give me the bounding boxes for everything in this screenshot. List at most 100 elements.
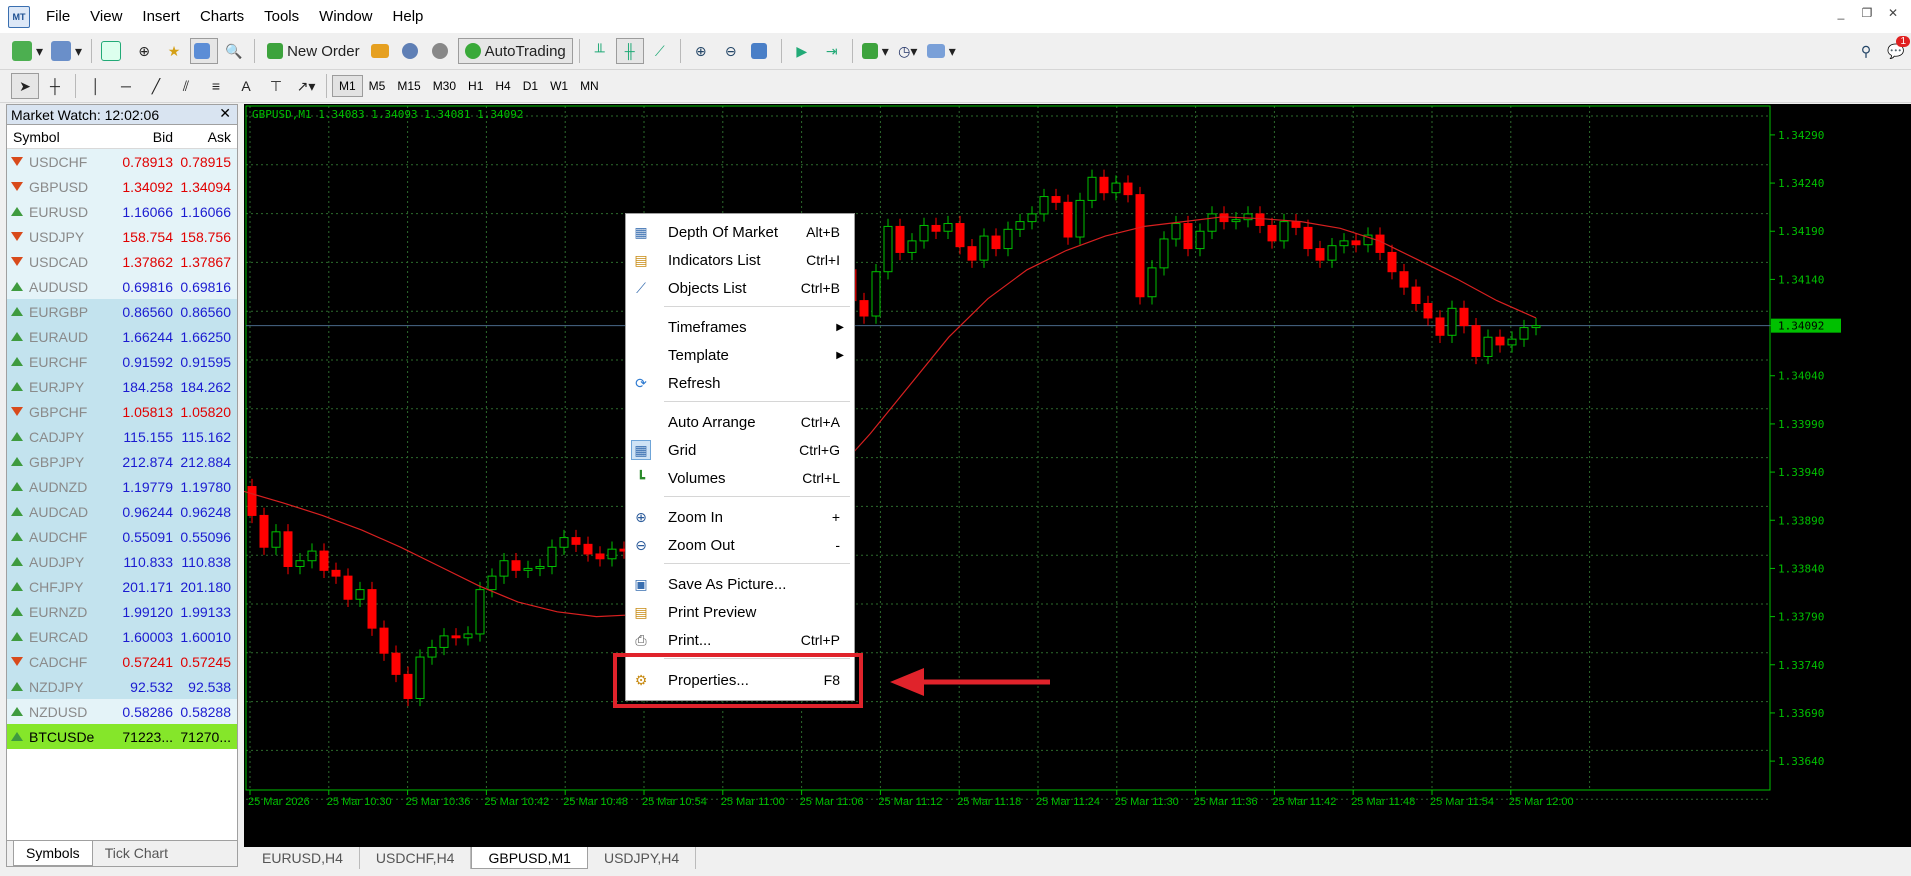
menu-tools[interactable]: Tools (254, 0, 309, 33)
menu-item-refresh[interactable]: ⟳ Refresh (626, 370, 854, 396)
timeframe-mn[interactable]: MN (574, 75, 605, 97)
menu-help[interactable]: Help (383, 0, 434, 33)
arrows-button[interactable]: ↗ ▾ (292, 73, 320, 99)
data-window-button[interactable]: ⊕ (130, 38, 158, 64)
indicators-button[interactable]: ▾ (859, 38, 892, 64)
menu-charts[interactable]: Charts (190, 0, 254, 33)
market-watch-row[interactable]: CHFJPY 201.171 201.180 (7, 574, 237, 599)
market-watch-row[interactable]: USDJPY 158.754 158.756 (7, 224, 237, 249)
market-watch-row[interactable]: BTCUSDe 71223... 71270... (7, 724, 237, 749)
candlesticks-button[interactable]: ╫ (615, 38, 644, 64)
market-watch-row[interactable]: NZDUSD 0.58286 0.58288 (7, 699, 237, 724)
menu-item-depth-of-market[interactable]: ▦ Depth Of Market Alt+B (626, 219, 854, 245)
timeframe-h1[interactable]: H1 (462, 75, 489, 97)
cursor-button[interactable]: ➤ (11, 73, 39, 99)
timeframe-m5[interactable]: M5 (363, 75, 392, 97)
menu-file[interactable]: File (36, 0, 80, 33)
navigator-button[interactable]: ★ (160, 38, 188, 64)
equidistant-channel-button[interactable]: ⫽ (172, 73, 200, 99)
close-icon[interactable]: ✕ (219, 105, 231, 122)
market-watch-row[interactable]: EURAUD 1.66244 1.66250 (7, 324, 237, 349)
market-watch-row[interactable]: EURGBP 0.86560 0.86560 (7, 299, 237, 324)
restore-button[interactable]: ❐ (1857, 6, 1877, 24)
minimize-button[interactable]: _ (1831, 6, 1851, 24)
market-watch-row[interactable]: GBPUSD 1.34092 1.34094 (7, 174, 237, 199)
vertical-line-button[interactable]: │ (82, 73, 110, 99)
autoscroll-button[interactable]: ▶ (788, 38, 816, 64)
timeframe-d1[interactable]: D1 (517, 75, 544, 97)
menu-item-volumes[interactable]: ┗ Volumes Ctrl+L (626, 465, 854, 491)
menu-item-template[interactable]: Template ▶ (626, 342, 854, 368)
market-watch-row[interactable]: AUDNZD 1.19779 1.19780 (7, 474, 237, 499)
menu-item-indicators-list[interactable]: ▤ Indicators List Ctrl+I (626, 247, 854, 273)
menu-item-auto-arrange[interactable]: Auto Arrange Ctrl+A (626, 409, 854, 435)
zoom-out-button[interactable]: ⊖ (717, 38, 745, 64)
market-watch-row[interactable]: CADJPY 115.155 115.162 (7, 424, 237, 449)
market-watch-row[interactable]: EURNZD 1.99120 1.99133 (7, 599, 237, 624)
market-watch-row[interactable]: AUDCHF 0.55091 0.55096 (7, 524, 237, 549)
zoom-in-button[interactable]: ⊕ (687, 38, 715, 64)
crosshair-button[interactable]: ┼ (41, 73, 69, 99)
market-watch-row[interactable]: USDCAD 1.37862 1.37867 (7, 249, 237, 274)
timeframe-m30[interactable]: M30 (427, 75, 462, 97)
market-watch-row[interactable]: AUDCAD 0.96244 0.96248 (7, 499, 237, 524)
new-chart-button[interactable]: ▾ (9, 38, 46, 64)
chart-tab-eurusd[interactable]: EURUSD,H4 (246, 847, 360, 869)
menu-item-print-preview[interactable]: ▤ Print Preview (626, 599, 854, 625)
timeframe-m1[interactable]: M1 (332, 75, 363, 97)
bar-chart-button[interactable]: ╨ (586, 38, 614, 64)
market-watch-row[interactable]: EURCAD 1.60003 1.60010 (7, 624, 237, 649)
metaeditor-button[interactable] (368, 38, 396, 64)
search-button[interactable]: ⚲ (1852, 38, 1880, 64)
horizontal-line-button[interactable]: ─ (112, 73, 140, 99)
chart-shift-button[interactable]: ⇥ (818, 38, 846, 64)
menu-item-objects-list[interactable]: ⟋ Objects List Ctrl+B (626, 275, 854, 301)
market-watch-row[interactable]: NZDJPY 92.532 92.538 (7, 674, 237, 699)
market-watch-row[interactable]: CADCHF 0.57241 0.57245 (7, 649, 237, 674)
menu-item-save-as-picture[interactable]: ▣ Save As Picture... (626, 571, 854, 597)
text-button[interactable]: A (232, 73, 260, 99)
strategy-tester-button[interactable]: 🔍 (220, 38, 248, 64)
column-ask[interactable]: Ask (177, 129, 237, 145)
menu-item-zoom-in[interactable]: ⊕ Zoom In + (626, 504, 854, 530)
market-watch-row[interactable]: AUDUSD 0.69816 0.69816 (7, 274, 237, 299)
timeframe-w1[interactable]: W1 (544, 75, 574, 97)
chart-window[interactable]: 1.34290 1.34240 1.34190 1.34140 1.34092 1.340… (244, 104, 1911, 847)
market-watch-row[interactable]: EURUSD 1.16066 1.16066 (7, 199, 237, 224)
close-button[interactable]: ✕ (1883, 6, 1903, 24)
market-watch-row[interactable]: USDCHF 0.78913 0.78915 (7, 149, 237, 174)
community-button[interactable] (428, 38, 456, 64)
chart-tab-usdjpy[interactable]: USDJPY,H4 (588, 847, 697, 869)
menu-view[interactable]: View (80, 0, 132, 33)
timeframe-h4[interactable]: H4 (489, 75, 516, 97)
autotrading-button[interactable]: AutoTrading (457, 38, 573, 64)
chart-tab-gbpusd[interactable]: GBPUSD,M1 (471, 847, 588, 869)
market-watch-row[interactable]: GBPJPY 212.874 212.884 (7, 449, 237, 474)
menu-item-print[interactable]: ⎙ Print... Ctrl+P (626, 627, 854, 653)
chart-canvas[interactable]: 1.34290 1.34240 1.34190 1.34140 1.34092 1.340… (244, 104, 1911, 847)
signals-button[interactable] (398, 38, 426, 64)
tab-symbols[interactable]: Symbols (13, 841, 93, 866)
market-watch-row[interactable]: AUDJPY 110.833 110.838 (7, 549, 237, 574)
trendline-button[interactable]: ╱ (142, 73, 170, 99)
periods-button[interactable]: ◷ ▾ (894, 38, 922, 64)
menu-item-timeframes[interactable]: Timeframes ▶ (626, 314, 854, 340)
menu-insert[interactable]: Insert (132, 0, 190, 33)
menu-item-grid[interactable]: ▦ Grid Ctrl+G (626, 437, 854, 463)
column-bid[interactable]: Bid (111, 129, 177, 145)
terminal-button[interactable] (190, 38, 219, 64)
templates-button[interactable]: ▾ (924, 38, 959, 64)
market-watch-row[interactable]: EURCHF 0.91592 0.91595 (7, 349, 237, 374)
profiles-button[interactable]: ▾ (48, 38, 85, 64)
chart-tab-usdchf[interactable]: USDCHF,H4 (360, 847, 472, 869)
notifications-button[interactable]: 💬 1 (1882, 36, 1910, 64)
market-watch-row[interactable]: GBPCHF 1.05813 1.05820 (7, 399, 237, 424)
market-watch-row[interactable]: EURJPY 184.258 184.262 (7, 374, 237, 399)
menu-item-zoom-out[interactable]: ⊖ Zoom Out - (626, 532, 854, 558)
new-order-button[interactable]: New Order (261, 38, 366, 64)
market-watch-button[interactable] (98, 38, 128, 64)
fibonacci-button[interactable]: ≡ (202, 73, 230, 99)
text-label-button[interactable]: ⊤ (262, 73, 290, 99)
column-symbol[interactable]: Symbol (7, 129, 111, 145)
menu-window[interactable]: Window (309, 0, 382, 33)
